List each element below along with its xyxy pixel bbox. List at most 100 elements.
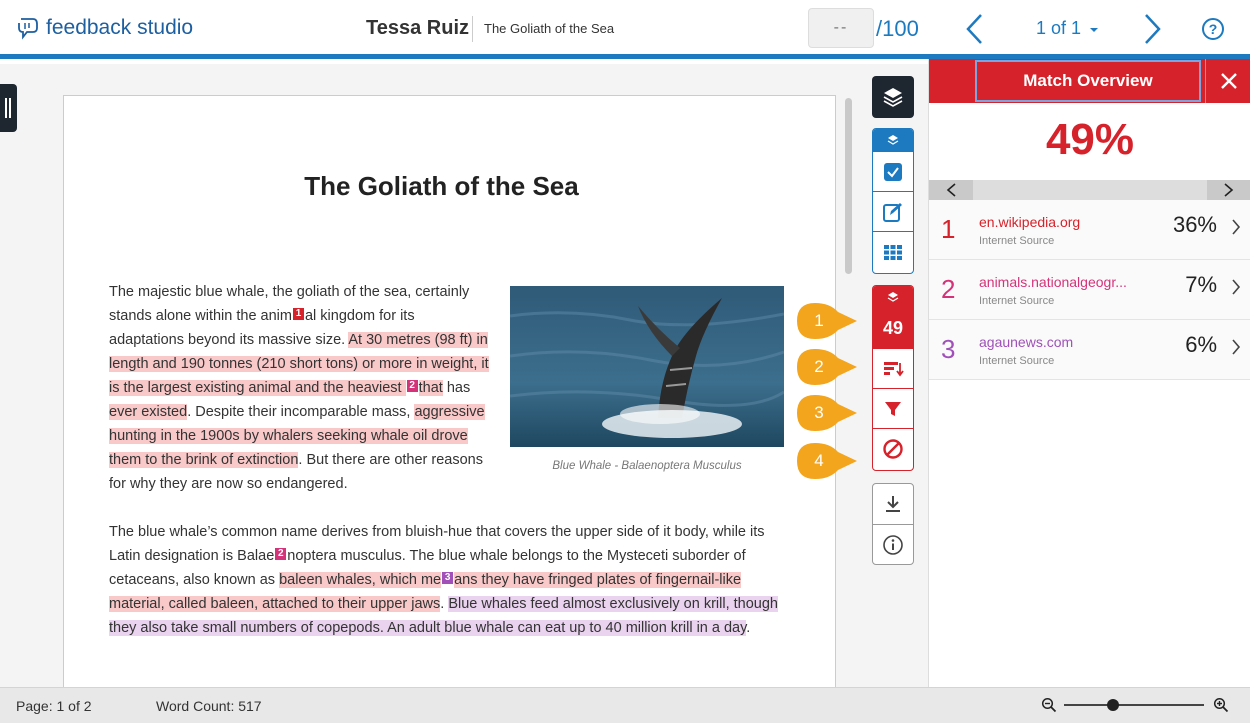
submission-info-button[interactable] bbox=[873, 524, 913, 564]
callout-1: 1 bbox=[796, 302, 858, 340]
whale-tail-image bbox=[510, 286, 784, 447]
header-divider bbox=[472, 16, 473, 42]
excluded-sources-button[interactable] bbox=[873, 428, 913, 468]
image-caption: Blue Whale - Balaenoptera Musculus bbox=[552, 460, 742, 472]
chevron-right-icon bbox=[1224, 183, 1234, 197]
document-page: The Goliath of the Sea The majestic blue… bbox=[63, 95, 836, 695]
callout-number: 2 bbox=[814, 357, 824, 376]
app-logo[interactable]: feedback studio bbox=[16, 16, 193, 40]
paragraph-1: The majestic blue whale, the goliath of … bbox=[109, 280, 489, 496]
previous-paper-icon[interactable] bbox=[963, 12, 985, 46]
zoom-out-icon[interactable] bbox=[1041, 697, 1057, 713]
chevron-right-icon[interactable] bbox=[1231, 218, 1241, 236]
grade-input[interactable]: -- bbox=[808, 8, 874, 48]
all-sources-button[interactable] bbox=[873, 348, 913, 388]
match-highlight[interactable]: that bbox=[418, 380, 443, 396]
chevron-right-icon[interactable] bbox=[1231, 338, 1241, 356]
edit-icon bbox=[883, 202, 902, 222]
page-indicator: Page: 1 of 2 bbox=[16, 698, 92, 714]
source-type: Internet Source bbox=[979, 295, 1055, 307]
paper-title: The Goliath of the Sea bbox=[484, 21, 615, 36]
source-percent: 6% bbox=[1185, 332, 1217, 357]
layers-icon bbox=[887, 135, 899, 145]
source-row[interactable]: 2 animals.nationalgeogr... Internet Sour… bbox=[929, 260, 1250, 320]
match-marker-2[interactable]: 2 bbox=[275, 548, 287, 560]
next-paper-icon[interactable] bbox=[1142, 12, 1164, 46]
feedback-studio-logo-icon bbox=[18, 18, 38, 40]
similarity-score-button[interactable]: 49 bbox=[873, 308, 913, 348]
student-name: Tessa Ruiz bbox=[366, 17, 469, 39]
panel-header: Match Overview bbox=[929, 59, 1250, 103]
quickmarks-button[interactable] bbox=[873, 151, 913, 191]
status-bar: Page: 1 of 2 Word Count: 517 bbox=[0, 687, 1250, 723]
document-title: The Goliath of the Sea bbox=[304, 171, 579, 201]
checkbox-icon bbox=[884, 162, 902, 181]
document-scrollbar[interactable] bbox=[845, 98, 852, 274]
download-button[interactable] bbox=[873, 484, 913, 524]
source-type: Internet Source bbox=[979, 235, 1055, 247]
match-highlight[interactable]: ever existed bbox=[109, 404, 188, 420]
match-marker-3[interactable]: 3 bbox=[442, 572, 454, 584]
source-scroller[interactable] bbox=[929, 180, 1250, 200]
match-highlight[interactable]: baleen whales, which me bbox=[279, 572, 442, 588]
rubric-button[interactable] bbox=[873, 231, 913, 271]
zoom-slider-handle[interactable] bbox=[1107, 699, 1119, 711]
help-icon[interactable]: ? bbox=[1202, 18, 1224, 40]
info-icon bbox=[883, 534, 903, 555]
similarity-layer-header[interactable] bbox=[873, 286, 913, 308]
word-count: Word Count: 517 bbox=[156, 698, 262, 714]
grading-tools-group bbox=[872, 128, 914, 274]
callout-2: 2 bbox=[796, 348, 858, 386]
source-number: 3 bbox=[941, 334, 956, 364]
utility-tools-group bbox=[872, 483, 914, 565]
close-panel-button[interactable] bbox=[1205, 59, 1250, 103]
text: . Despite their incomparable mass, bbox=[187, 404, 415, 420]
callout-number: 1 bbox=[814, 311, 824, 330]
source-row[interactable]: 1 en.wikipedia.org Internet Source 36% bbox=[929, 200, 1250, 260]
callout-4: 4 bbox=[796, 442, 858, 480]
paragraph-2: The blue whale’s common name derives fro… bbox=[109, 520, 799, 640]
side-drawer-handle[interactable] bbox=[0, 84, 17, 132]
source-name[interactable]: en.wikipedia.org bbox=[979, 214, 1080, 230]
page-selector-label: 1 of 1 bbox=[1036, 18, 1082, 38]
source-row[interactable]: 3 agaunews.com Internet Source 6% bbox=[929, 320, 1250, 380]
layers-button[interactable] bbox=[872, 76, 914, 118]
source-type: Internet Source bbox=[979, 355, 1055, 367]
text: has bbox=[442, 380, 471, 396]
panel-title: Match Overview bbox=[975, 60, 1201, 102]
similarity-tools-group: 49 bbox=[872, 285, 914, 471]
download-icon bbox=[886, 496, 900, 512]
grading-layer-header[interactable] bbox=[873, 129, 913, 151]
text: . bbox=[746, 620, 751, 636]
source-name[interactable]: agaunews.com bbox=[979, 334, 1073, 350]
match-marker-1[interactable]: 1 bbox=[292, 308, 304, 320]
match-marker-2[interactable]: 2 bbox=[406, 380, 418, 392]
scroll-left-button[interactable] bbox=[929, 180, 973, 200]
close-icon bbox=[1221, 73, 1237, 89]
chevron-right-icon[interactable] bbox=[1231, 278, 1241, 296]
zoom-slider[interactable] bbox=[1064, 699, 1204, 711]
source-percent: 36% bbox=[1172, 212, 1217, 237]
filters-button[interactable] bbox=[873, 388, 913, 428]
text: The majestic blue whale, the goliath of … bbox=[109, 284, 470, 324]
grade-max: /100 bbox=[876, 16, 919, 41]
grid-icon bbox=[884, 244, 902, 260]
callout-3: 3 bbox=[796, 394, 858, 432]
source-percent: 7% bbox=[1185, 272, 1217, 297]
layers-icon bbox=[883, 88, 903, 107]
source-number: 2 bbox=[941, 274, 956, 304]
page-selector[interactable]: 1 of 1 bbox=[1036, 18, 1099, 39]
block-icon bbox=[883, 438, 903, 459]
layers-icon bbox=[887, 292, 899, 302]
scroll-right-button[interactable] bbox=[1207, 180, 1250, 200]
top-bar: feedback studio Tessa Ruiz The Goliath o… bbox=[0, 0, 1250, 59]
source-name[interactable]: animals.nationalgeogr... bbox=[979, 274, 1127, 290]
callout-number: 3 bbox=[814, 403, 824, 422]
callout-number: 4 bbox=[814, 451, 824, 470]
feedback-summary-button[interactable] bbox=[873, 191, 913, 231]
app-name: feedback studio bbox=[46, 16, 194, 39]
source-number: 1 bbox=[941, 214, 956, 244]
zoom-in-icon[interactable] bbox=[1213, 697, 1229, 713]
caret-down-icon bbox=[1090, 28, 1099, 32]
filter-icon bbox=[885, 401, 901, 416]
